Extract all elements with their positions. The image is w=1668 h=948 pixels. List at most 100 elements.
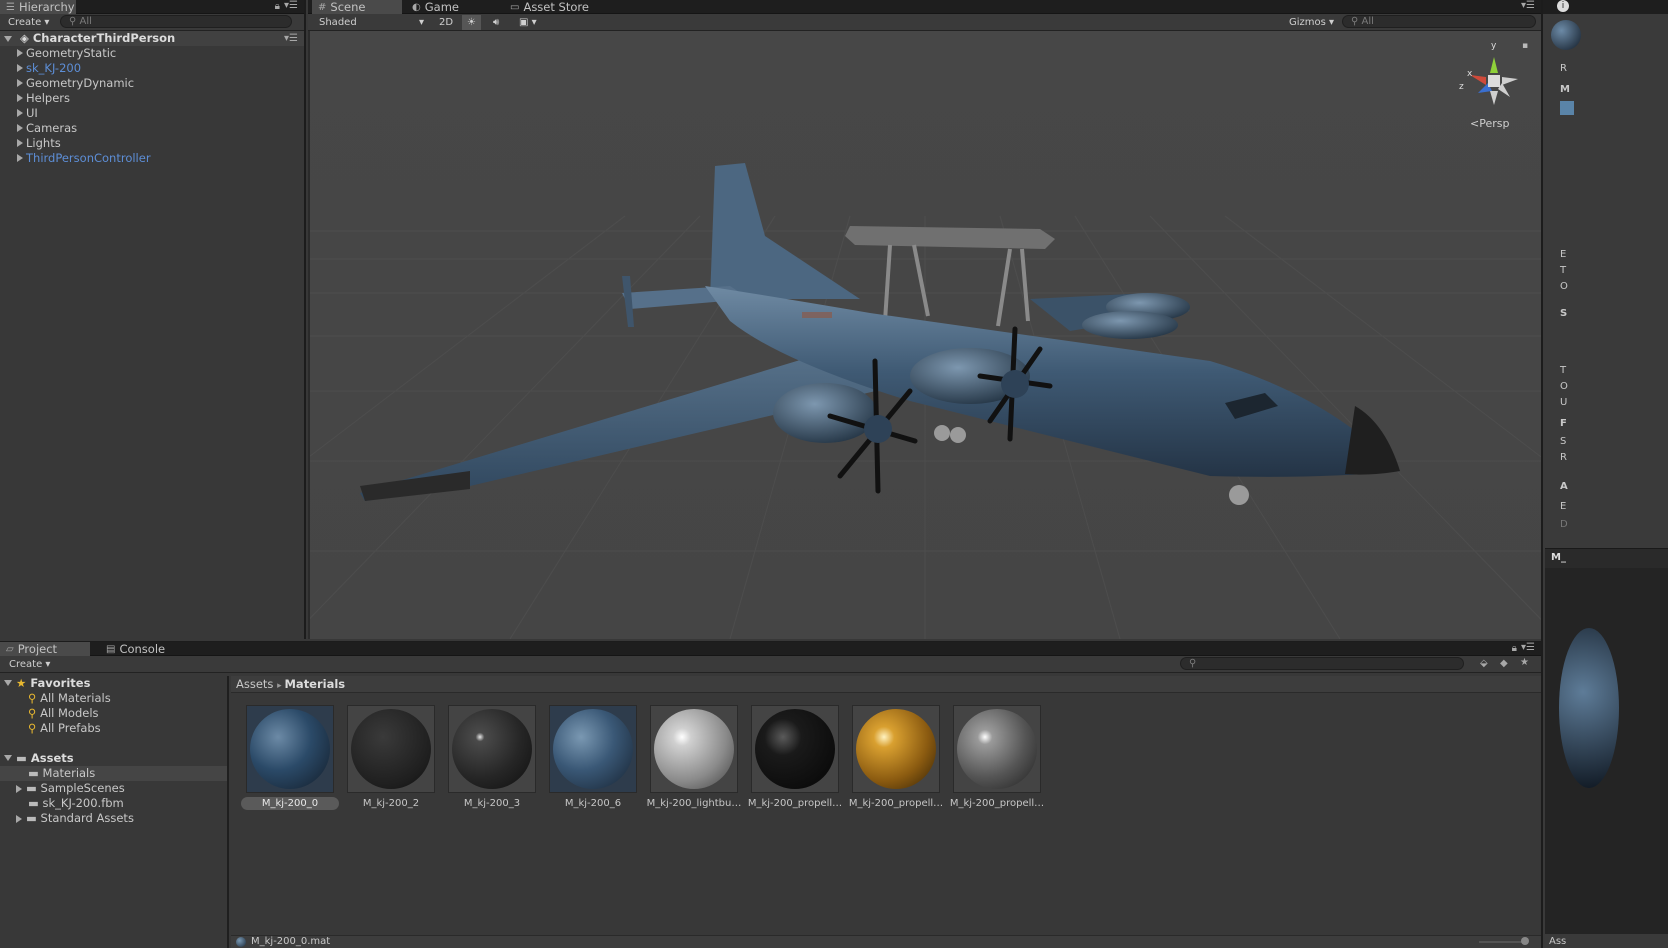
hierarchy-search-input[interactable]: ⚲ All (60, 15, 292, 28)
collapsed-arrow-icon[interactable] (17, 64, 23, 72)
hierarchy-item-thirdpersoncontroller[interactable]: ThirdPersonController (0, 151, 304, 166)
breadcrumb-root[interactable]: Assets (236, 677, 273, 691)
collapsed-arrow-icon[interactable] (17, 109, 23, 117)
collapsed-arrow-icon[interactable] (16, 785, 22, 793)
slider-handle[interactable] (1521, 937, 1529, 945)
asset-material-tile[interactable]: M_kj-200_3 (442, 705, 542, 810)
hierarchy-list: GeometryStatic sk_KJ-200 GeometryDynamic… (0, 46, 304, 166)
scene-search-input[interactable]: ⚲ All (1342, 15, 1536, 28)
folder-standard-assets[interactable]: ▬ Standard Assets (0, 811, 227, 826)
gizmo-lock-icon[interactable]: ▪ (1522, 41, 1528, 51)
scene-viewport[interactable]: y x z ▪ <Persp (310, 31, 1541, 639)
scene-panel: # Scene ◐ Game ▭ Asset Store ▾☰ Shaded ▾… (308, 0, 1541, 639)
asset-material-tile[interactable]: M_kj-200_propell… (745, 705, 845, 810)
collapsed-arrow-icon[interactable] (16, 815, 22, 823)
asset-material-tile[interactable]: M_kj-200_lightbu… (644, 705, 744, 810)
tab-game[interactable]: ◐ Game (406, 0, 502, 14)
orientation-gizmo[interactable]: y x z ▪ <Persp (1452, 39, 1532, 135)
project-search-input[interactable]: ⚲ (1180, 657, 1464, 670)
texture-slot-icon[interactable] (1560, 101, 1574, 115)
star-icon: ★ (16, 676, 27, 690)
tab-asset-store[interactable]: ▭ Asset Store (504, 0, 604, 14)
projection-toggle[interactable]: <Persp (1470, 117, 1509, 130)
tab-hierarchy-label: Hierarchy (18, 0, 75, 14)
asset-material-tile[interactable]: M_kj-200_2 (341, 705, 441, 810)
asset-label: M_kj-200_propell… (747, 798, 843, 809)
scene-menu-icon[interactable]: ▾☰ (284, 31, 298, 46)
panel-menu-icon[interactable]: ▾☰ (1521, 0, 1535, 11)
folder-materials[interactable]: ▬ Materials (0, 766, 227, 781)
asset-material-tile[interactable]: M_kj-200_6 (543, 705, 643, 810)
expand-arrow-icon[interactable] (4, 35, 12, 42)
inspector-fragment: R (1560, 452, 1567, 463)
hierarchy-item-cameras[interactable]: Cameras (0, 121, 304, 136)
hierarchy-item-sk-kj-200[interactable]: sk_KJ-200 (0, 61, 304, 76)
toggle-2d-button[interactable]: 2D (434, 15, 458, 30)
folder-icon: ▬ (26, 811, 37, 825)
asset-material-tile[interactable]: M_kj-200_0 (240, 705, 340, 810)
hierarchy-item-geometrystatic[interactable]: GeometryStatic (0, 46, 304, 61)
folder-sk-kj-200-fbm[interactable]: ▬ sk_KJ-200.fbm (0, 796, 227, 811)
lighting-toggle[interactable]: ☀ (462, 15, 481, 30)
hierarchy-item-label: sk_KJ-200 (26, 61, 82, 75)
favorites-header[interactable]: ★ Favorites (0, 676, 227, 691)
favorite-star-icon[interactable]: ★ (1520, 657, 1529, 668)
tab-console[interactable]: ▤ Console (100, 642, 190, 656)
expand-arrow-icon[interactable] (4, 680, 12, 686)
favorite-all-prefabs[interactable]: ⚲ All Prefabs (0, 721, 227, 736)
tab-hierarchy[interactable]: ☰ Hierarchy (0, 0, 76, 14)
folder-icon: ▬ (26, 781, 37, 795)
axis-gizmo-icon[interactable] (1452, 39, 1532, 119)
search-icon: ⚲ (1189, 658, 1197, 669)
favorite-all-materials[interactable]: ⚲ All Materials (0, 691, 227, 706)
tab-game-label: Game (424, 0, 459, 14)
preview-sphere (1559, 628, 1619, 788)
collapsed-arrow-icon[interactable] (17, 94, 23, 102)
hierarchy-item-label: Lights (26, 136, 61, 150)
asset-material-tile[interactable]: M_kj-200_propell… (947, 705, 1047, 810)
tab-scene[interactable]: # Scene (312, 0, 402, 14)
gizmos-dropdown[interactable]: Gizmos ▾ (1284, 15, 1339, 30)
console-icon: ▤ (106, 643, 116, 655)
hierarchy-item-ui[interactable]: UI (0, 106, 304, 121)
effects-dropdown[interactable]: ▣ ▾ (514, 15, 542, 30)
panel-menu-icon[interactable]: ▾☰ (284, 0, 298, 11)
list-icon: ☰ (6, 1, 15, 13)
inspector-fragment: A (1560, 481, 1568, 492)
assets-header[interactable]: ▬ Assets (0, 751, 227, 766)
search-icon: ⚲ (1351, 16, 1359, 27)
collapsed-arrow-icon[interactable] (17, 79, 23, 87)
favorite-all-models[interactable]: ⚲ All Models (0, 706, 227, 721)
collapsed-arrow-icon[interactable] (17, 49, 23, 57)
lock-icon[interactable]: 🔒︎ (1512, 643, 1517, 654)
filter-type-icon[interactable]: ⬙ (1480, 658, 1488, 669)
breadcrumb: Assets ▸ Materials (231, 676, 1541, 693)
material-thumbnail (650, 705, 738, 793)
audio-toggle[interactable]: 🔊︎ (488, 15, 504, 30)
image-icon: ▣ (519, 17, 529, 28)
collapsed-arrow-icon[interactable] (17, 154, 23, 162)
panel-menu-icon[interactable]: ▾☰ (1521, 642, 1535, 653)
thumbnail-size-slider[interactable] (1479, 941, 1527, 943)
hierarchy-item-label: ThirdPersonController (26, 151, 151, 165)
expand-arrow-icon[interactable] (4, 755, 12, 761)
hierarchy-item-helpers[interactable]: Helpers (0, 91, 304, 106)
collapsed-arrow-icon[interactable] (17, 124, 23, 132)
material-sphere-icon (250, 709, 330, 789)
tab-project[interactable]: ▱ Project (0, 642, 90, 656)
shading-mode-dropdown[interactable]: Shaded ▾ (314, 15, 426, 30)
filter-label-icon[interactable]: ◆ (1500, 658, 1508, 669)
scene-toolbar: Shaded ▾ 2D ☀ 🔊︎ ▣ ▾ Gizmos ▾ ⚲ All (308, 14, 1541, 31)
asset-label: M_kj-200_3 (463, 798, 521, 809)
hierarchy-item-geometrydynamic[interactable]: GeometryDynamic (0, 76, 304, 91)
project-create-button[interactable]: Create ▾ (4, 657, 55, 672)
asset-material-tile[interactable]: M_kj-200_propell… (846, 705, 946, 810)
lock-icon[interactable]: 🔒︎ (275, 1, 280, 12)
hierarchy-scene-root[interactable]: ◈ CharacterThirdPerson ▾☰ (0, 31, 304, 46)
hierarchy-create-button[interactable]: Create ▾ (3, 15, 54, 30)
breadcrumb-current[interactable]: Materials (284, 677, 345, 691)
folder-samplescenes[interactable]: ▬ SampleScenes (0, 781, 227, 796)
hierarchy-item-lights[interactable]: Lights (0, 136, 304, 151)
material-preview-area[interactable] (1545, 568, 1668, 934)
collapsed-arrow-icon[interactable] (17, 139, 23, 147)
